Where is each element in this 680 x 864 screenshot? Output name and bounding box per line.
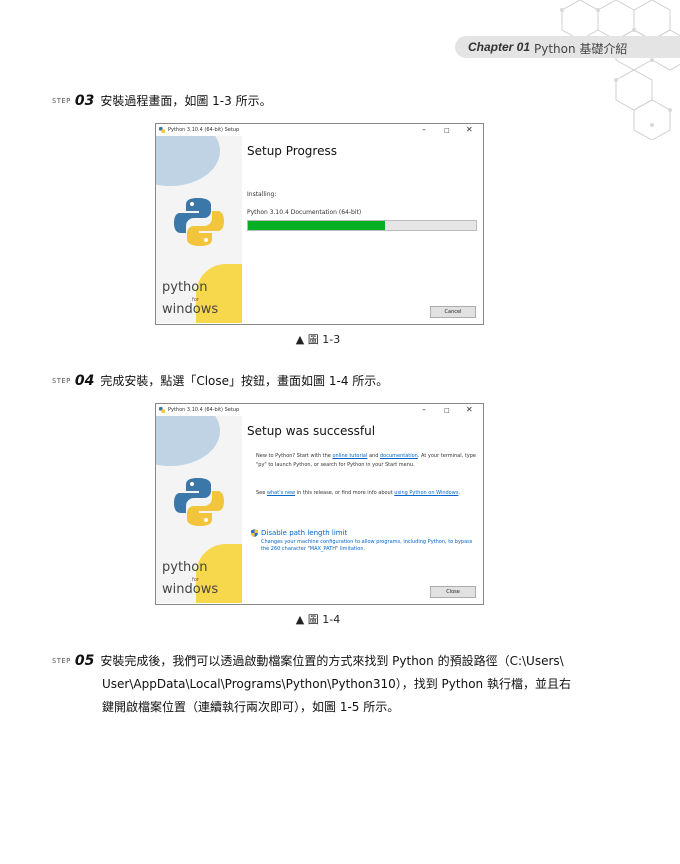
dialog-title: Python 3.10.4 (64-bit) Setup (168, 127, 240, 133)
python-sidebar-banner: python for windows (156, 136, 242, 323)
chapter-title: Python 基礎介紹 (534, 42, 628, 56)
intro-paragraph: New to Python? Start with the online tut… (256, 452, 476, 470)
whats-new-link[interactable]: what's new (267, 490, 295, 496)
step-number: 05 (74, 653, 95, 669)
cancel-button[interactable]: Cancel (430, 306, 476, 318)
online-tutorial-link[interactable]: online tutorial (332, 453, 367, 459)
python-app-icon (159, 407, 165, 413)
step-04-heading: STEP 04 完成安裝，點選「Close」按鈕，畫面如圖 1-4 所示。 (52, 372, 388, 389)
chapter-label: Chapter 01 (468, 40, 531, 54)
install-progress-bar (247, 220, 477, 231)
figure-caption-1-3: ▲ 圖 1-3 (295, 333, 341, 346)
step-03-heading: STEP 03 安裝過程畫面，如圖 1-3 所示。 (52, 92, 272, 109)
dialog-titlebar: Python 3.10.4 (64-bit) Setup – □ ✕ (156, 404, 483, 416)
intro-text: New to Python? Start with the (256, 453, 333, 459)
setup-success-dialog: Python 3.10.4 (64-bit) Setup – □ ✕ pytho… (155, 403, 484, 605)
dialog-heading: Setup was successful (247, 424, 376, 438)
close-window-button[interactable]: ✕ (466, 125, 473, 134)
step-tag: STEP (52, 97, 71, 105)
figure-caption-1-4: ▲ 圖 1-4 (295, 613, 341, 626)
using-python-on-windows-link[interactable]: using Python on Windows (394, 490, 458, 496)
step-tag: STEP (52, 377, 71, 385)
banner-windows-text: windows (162, 582, 219, 597)
step-number: 04 (74, 373, 95, 389)
banner-windows-text: windows (162, 302, 219, 317)
documentation-link[interactable]: documentation (380, 453, 418, 459)
progress-fill (248, 221, 385, 230)
step-number: 03 (74, 93, 95, 109)
python-sidebar-banner: python for windows (156, 416, 242, 603)
uac-shield-icon (251, 529, 258, 537)
maximize-button[interactable]: □ (444, 127, 450, 134)
banner-blue-shape (156, 136, 220, 186)
banner-python-text: python (162, 560, 208, 575)
python-logo-icon (174, 478, 224, 526)
step-text: 完成安裝，點選「Close」按鈕，畫面如圖 1-4 所示。 (100, 374, 389, 388)
dialog-heading: Setup Progress (247, 144, 337, 158)
dialog-titlebar: Python 3.10.4 (64-bit) Setup – □ ✕ (156, 124, 483, 136)
whats-new-paragraph: See what's new in this release, or find … (256, 489, 476, 498)
step-text: 安裝過程畫面，如圖 1-3 所示。 (100, 94, 272, 108)
step-text-line-1: 安裝完成後，我們可以透過啟動檔案位置的方式來找到 Python 的預設路徑（C:… (100, 654, 564, 668)
close-window-button[interactable]: ✕ (466, 405, 473, 414)
hexagon-decoration (560, 0, 680, 140)
step-text-line-3: 鍵開啟檔案位置（連續執行兩次即可），如圖 1-5 所示。 (102, 700, 400, 714)
installing-label: Installing: (247, 191, 277, 198)
current-install-item: Python 3.10.4 Documentation (64-bit) (247, 209, 362, 216)
step-tag: STEP (52, 657, 71, 665)
disable-path-length-limit-button[interactable]: Disable path length limit (261, 529, 347, 537)
banner-blue-shape (156, 416, 220, 466)
maximize-button[interactable]: □ (444, 407, 450, 414)
step-05-heading: STEP 05 安裝完成後，我們可以透過啟動檔案位置的方式來找到 Python 的預… (52, 652, 564, 669)
banner-python-text: python (162, 280, 208, 295)
python-logo-icon (174, 198, 224, 246)
whats-new-text: . (458, 490, 461, 496)
minimize-button[interactable]: – (422, 125, 426, 134)
setup-progress-dialog: Python 3.10.4 (64-bit) Setup – □ ✕ pytho… (155, 123, 484, 325)
minimize-button[interactable]: – (422, 405, 426, 414)
whats-new-text: in this release, or find more info about (295, 490, 395, 496)
whats-new-text: See (256, 490, 267, 496)
intro-text: and (367, 453, 380, 459)
python-app-icon (159, 127, 165, 133)
step-text-line-2: User\AppData\Local\Programs\Python\Pytho… (102, 677, 571, 691)
dialog-title: Python 3.10.4 (64-bit) Setup (168, 407, 240, 413)
disable-path-description: Changes your machine configuration to al… (261, 539, 473, 552)
close-button[interactable]: Close (430, 586, 476, 598)
